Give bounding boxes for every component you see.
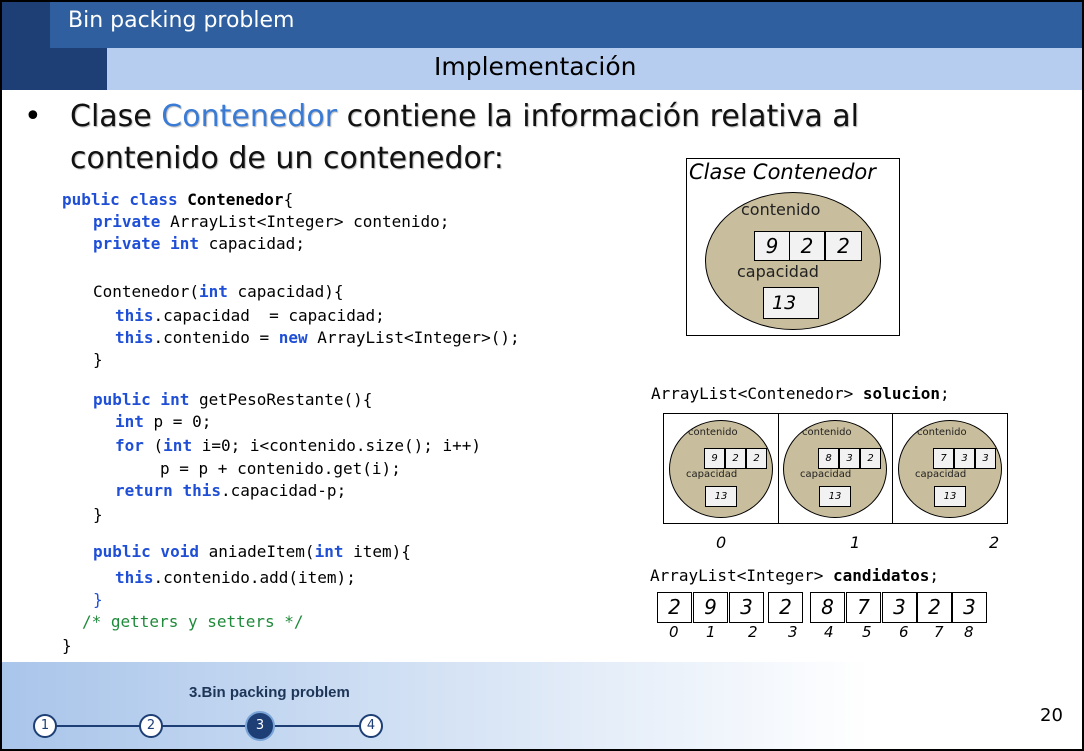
contenido-cell: 2 [789, 231, 825, 261]
solucion-array: contenido 9 2 2 capacidad 13 contenido 8… [663, 413, 1008, 524]
candidato-index: 0 [669, 623, 679, 641]
solucion-bin: contenido 7 3 3 capacidad 13 [893, 414, 1008, 523]
step-2[interactable]: 2 [139, 714, 163, 738]
code-line-9: int p = 0; [115, 412, 212, 431]
candidato-index: 6 [899, 623, 909, 641]
step-1[interactable]: 1 [33, 714, 57, 738]
bullet-highlight: Contenedor [161, 99, 338, 134]
bin-cell: 2 [860, 448, 881, 469]
solucion-bin: contenido 9 2 2 capacidad 13 [664, 414, 779, 523]
bin-cell: 2 [746, 448, 767, 469]
bin-cell: 3 [954, 448, 975, 469]
code-line-8: public int getPesoRestante(){ [93, 390, 373, 409]
candidato-cell: 9 [693, 592, 728, 623]
capacidad-label: capacidad [737, 262, 819, 281]
bin-capacidad-cell: 13 [934, 486, 966, 507]
code-line-6: this.contenido = new ArrayList<Integer>(… [115, 328, 520, 347]
candidato-index: 3 [788, 623, 798, 641]
bin-cell: 8 [818, 448, 839, 469]
candidato-cell: 3 [882, 592, 917, 623]
bin-cell: 2 [725, 448, 746, 469]
slide: Bin packing problem Implementación • Cla… [0, 0, 1084, 751]
code-line-7: } [93, 350, 103, 369]
code-line-16: } [93, 590, 103, 609]
bin-capacidad-label: capacidad [686, 469, 738, 480]
progress-line [50, 725, 370, 727]
code-line-15: this.contenido.add(item); [115, 568, 356, 587]
class-diagram: Clase Contenedor contenido 9 2 2 capacid… [686, 158, 900, 336]
bin-capacidad-label: capacidad [800, 469, 852, 480]
bin-contenido-label: contenido [802, 427, 852, 438]
bin-cell: 3 [975, 448, 996, 469]
contenido-cell: 2 [825, 231, 862, 261]
candidato-index: 1 [706, 623, 716, 641]
solucion-label: ArrayList<Contenedor> solucion; [651, 384, 950, 403]
subheader-bar: Implementación [2, 48, 1082, 90]
page-number: 20 [1040, 705, 1063, 726]
code-line-14: public void aniadeItem(int item){ [93, 542, 411, 561]
code-line-12: return this.capacidad-p; [115, 481, 347, 500]
code-line-3: private int capacidad; [93, 234, 305, 253]
bin-cell: 9 [704, 448, 725, 469]
contenido-label: contenido [741, 200, 821, 219]
code-line-11: p = p + contenido.get(i); [160, 459, 401, 478]
slide-title: Implementación [434, 52, 637, 81]
step-3[interactable]: 3 [245, 711, 275, 741]
code-line-13: } [93, 505, 103, 524]
candidato-cell: 3 [952, 592, 987, 623]
code-line-18: } [62, 636, 72, 655]
candidato-index: 2 [748, 623, 758, 641]
header-title: Bin packing problem [68, 8, 295, 33]
code-line-17: /* getters y setters */ [82, 612, 304, 631]
bin-capacidad-cell: 13 [705, 486, 737, 507]
bin-capacidad-cell: 13 [819, 486, 851, 507]
code-line-2: private ArrayList<Integer> contenido; [93, 212, 450, 231]
candidato-index: 5 [862, 623, 872, 641]
candidato-cell: 7 [846, 592, 881, 623]
candidato-cell: 2 [768, 592, 803, 623]
bin-contenido-label: contenido [917, 427, 967, 438]
footer-section-title: 3.Bin packing problem [189, 684, 350, 701]
candidato-cell: 2 [917, 592, 952, 623]
candidato-cell: 8 [810, 592, 845, 623]
candidato-index: 8 [964, 623, 974, 641]
class-diagram-caption: Clase Contenedor [689, 160, 876, 184]
bin-capacidad-label: capacidad [915, 469, 967, 480]
contenido-cell: 9 [754, 231, 790, 261]
capacidad-cell: 13 [763, 287, 819, 319]
code-line-5: this.capacidad = capacidad; [115, 306, 385, 325]
footer: 3.Bin packing problem 1 2 3 4 20 [2, 662, 1082, 749]
bin-contenido-label: contenido [688, 427, 738, 438]
header-bar: Bin packing problem [2, 2, 1082, 90]
code-line-4: Contenedor(int capacidad){ [93, 282, 344, 301]
bin-cell: 7 [933, 448, 954, 469]
candidatos-label: ArrayList<Integer> candidatos; [650, 566, 939, 585]
solucion-index: 1 [850, 533, 861, 552]
candidato-cell: 3 [729, 592, 764, 623]
subheader-accent-block [2, 48, 107, 90]
solucion-index: 0 [716, 533, 727, 552]
bullet-marker: • [24, 99, 42, 134]
candidato-cell: 2 [657, 592, 692, 623]
bin-cell: 3 [839, 448, 860, 469]
solucion-index: 2 [989, 533, 1000, 552]
solucion-bin: contenido 8 3 2 capacidad 13 [778, 414, 893, 523]
code-line-1: public class Contenedor{ [62, 190, 294, 209]
candidato-index: 7 [934, 623, 944, 641]
candidato-index: 4 [824, 623, 834, 641]
code-line-10: for (int i=0; i<contenido.size(); i++) [115, 436, 482, 455]
bullet-text-before: Clase [70, 99, 162, 134]
step-4[interactable]: 4 [359, 714, 383, 738]
